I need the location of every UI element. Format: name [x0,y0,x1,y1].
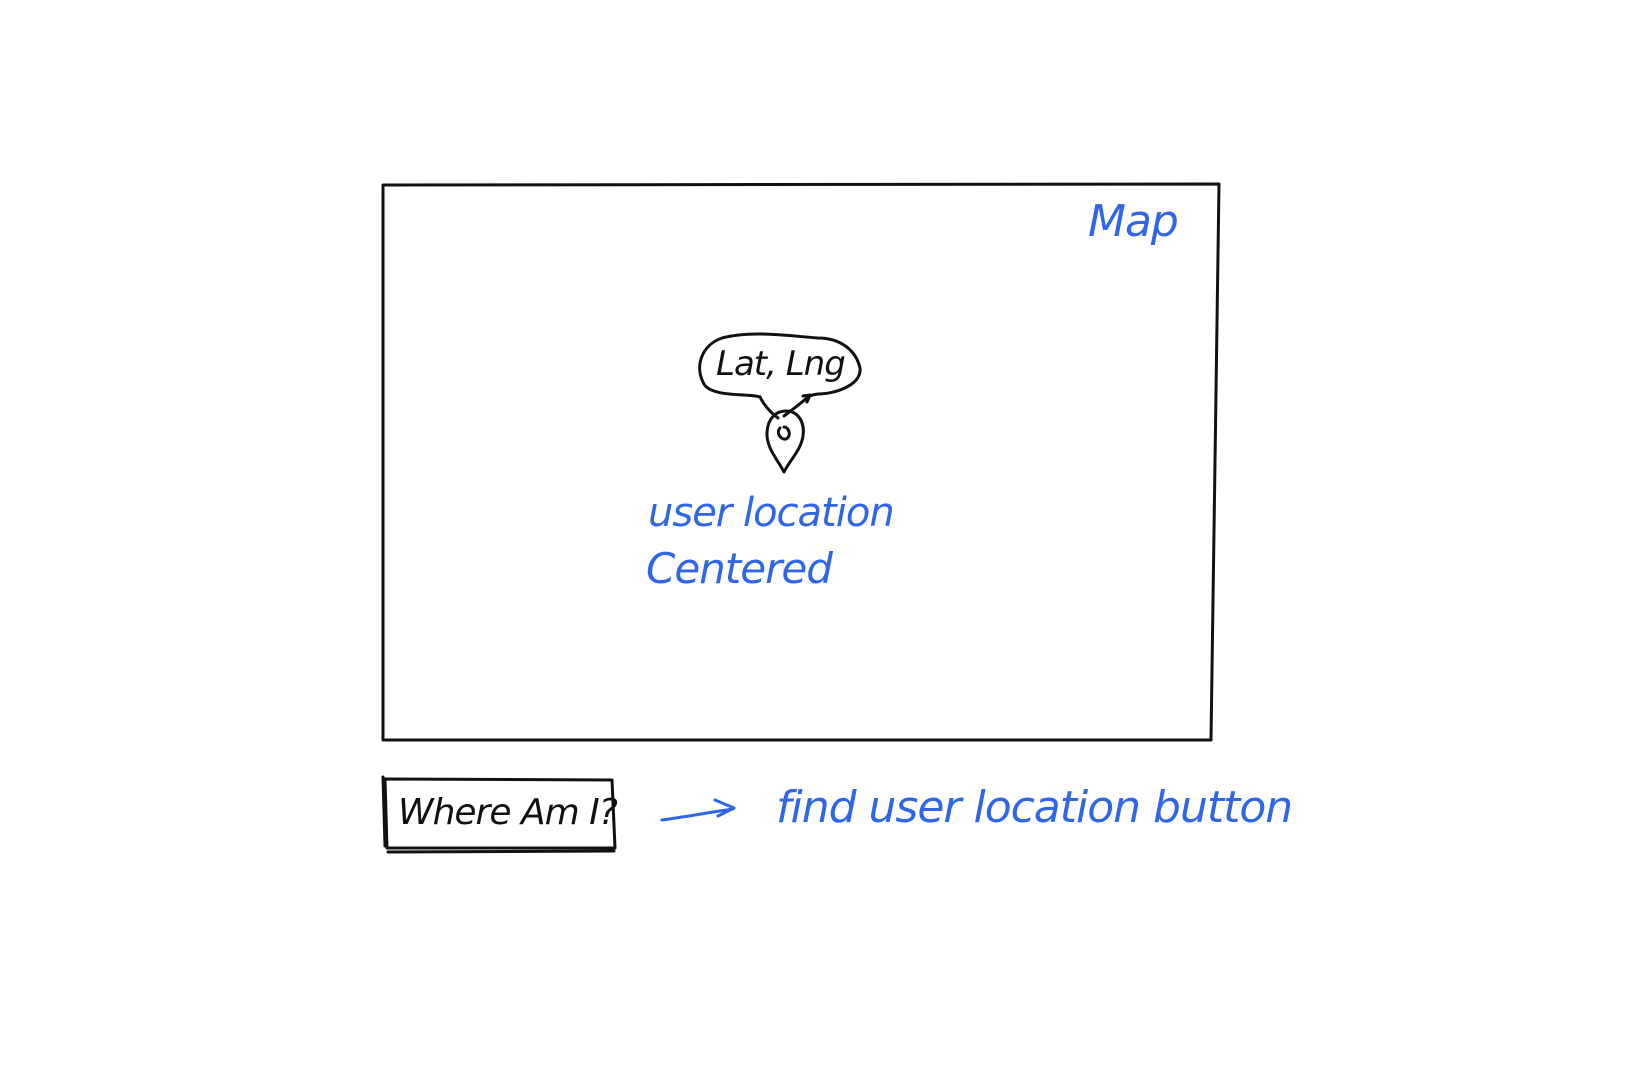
map-frame [381,182,1221,742]
tooltip-pointer [758,393,812,420]
right-arrow-icon [660,798,736,822]
centered-annotation: Centered [646,544,833,593]
where-am-i-button-label[interactable]: Where Am I? [398,792,618,833]
button-annotation: find user location button [776,782,1293,833]
marker-coordinates-text: Lat, Lng [716,344,846,384]
map-pin-icon[interactable] [765,409,805,474]
user-location-annotation: user location [648,490,895,536]
map-label: Map [1088,196,1179,247]
